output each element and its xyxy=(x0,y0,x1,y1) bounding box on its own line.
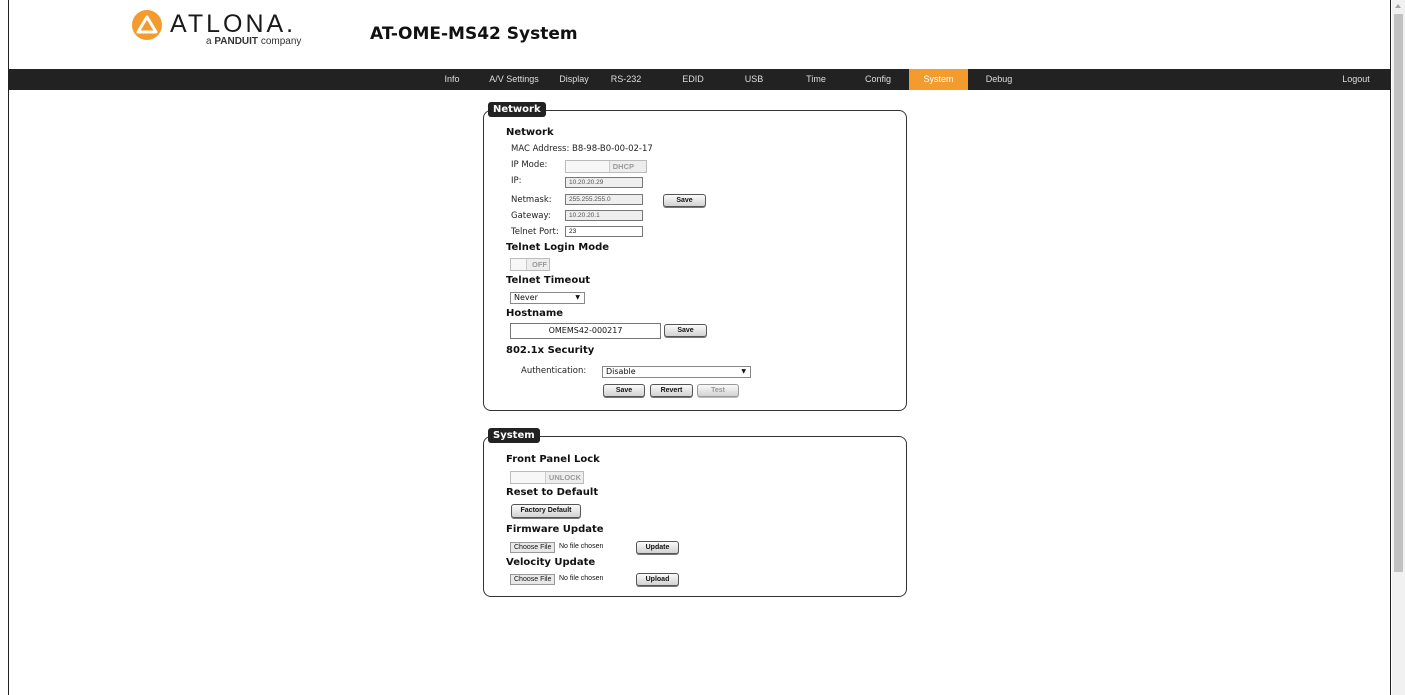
front-panel-lock-title: Front Panel Lock xyxy=(506,454,600,465)
vertical-scrollbar[interactable] xyxy=(1392,0,1405,695)
velocity-file-status: No file chosen xyxy=(559,575,604,582)
nav-item-rs232[interactable]: RS-232 xyxy=(609,69,643,90)
logo-tagline-prefix: a xyxy=(206,36,212,47)
security-title: 802.1x Security xyxy=(506,345,595,356)
telnet-timeout-title: Telnet Timeout xyxy=(506,275,591,286)
telnet-login-toggle[interactable]: OFF xyxy=(510,258,550,271)
firmware-choose-file-button[interactable]: Choose File xyxy=(510,542,556,553)
factory-default-button[interactable]: Factory Default xyxy=(511,504,581,518)
telnet-login-mode-title: Telnet Login Mode xyxy=(506,242,610,253)
network-panel-legend: Network xyxy=(488,102,546,117)
hostname-title: Hostname xyxy=(506,308,564,319)
netmask-label: Netmask: xyxy=(511,195,552,205)
scroll-up-icon[interactable] xyxy=(1395,4,1401,8)
system-panel: System Front Panel Lock UNLOCK Reset to … xyxy=(483,428,907,597)
logo-tagline-brand: PANDUIT xyxy=(214,36,259,47)
gateway-field[interactable]: 10.20.20.1 xyxy=(565,210,643,221)
velocity-upload-button[interactable]: Upload xyxy=(636,573,679,586)
chevron-down-icon: ▼ xyxy=(741,368,746,375)
atlona-logo: ATLONA. a PANDUIT company xyxy=(130,10,330,50)
logout-link[interactable]: Logout xyxy=(1339,69,1373,90)
nav-item-av-settings[interactable]: A/V Settings xyxy=(486,69,542,90)
telnet-port-field[interactable]: 23 xyxy=(565,226,643,237)
mac-address-value: B8-98-B0-00-02-17 xyxy=(572,144,653,154)
authentication-value: Disable xyxy=(606,367,636,376)
telnet-timeout-select[interactable]: Never ▼ xyxy=(510,292,585,304)
nav-item-time[interactable]: Time xyxy=(801,69,831,90)
reset-to-default-title: Reset to Default xyxy=(506,487,599,498)
gateway-label: Gateway: xyxy=(511,211,551,221)
page-title: AT-OME-MS42 System xyxy=(370,24,578,44)
toggle-knob xyxy=(511,472,546,483)
hostname-field[interactable]: OMEMS42-000217 xyxy=(510,323,661,339)
ip-mode-value: DHCP xyxy=(612,162,634,171)
main-navbar: Info A/V Settings Display RS-232 EDID US… xyxy=(9,69,1391,90)
netmask-field[interactable]: 255.255.255.0 xyxy=(565,194,643,205)
security-test-button[interactable]: Test xyxy=(697,384,739,397)
velocity-choose-file-button[interactable]: Choose File xyxy=(510,574,556,585)
firmware-file-status: No file chosen xyxy=(559,543,604,550)
security-revert-button[interactable]: Revert xyxy=(650,384,693,397)
telnet-port-label: Telnet Port: xyxy=(511,227,559,237)
logo-tagline: a PANDUIT company xyxy=(206,36,301,47)
firmware-update-title: Firmware Update xyxy=(506,524,604,535)
velocity-update-title: Velocity Update xyxy=(506,557,596,568)
network-panel: Network Network MAC Address: B8-98-B0-00… xyxy=(483,102,907,411)
firmware-update-button[interactable]: Update xyxy=(636,541,679,554)
nav-item-info[interactable]: Info xyxy=(439,69,465,90)
toggle-knob xyxy=(566,161,610,172)
front-panel-lock-toggle[interactable]: UNLOCK xyxy=(510,471,584,484)
front-panel-lock-value: UNLOCK xyxy=(548,473,581,482)
chevron-down-icon: ▼ xyxy=(575,294,580,301)
authentication-label: Authentication: xyxy=(521,366,587,376)
logo-tagline-suffix: company xyxy=(260,36,302,47)
ip-label: IP: xyxy=(511,176,522,186)
system-panel-legend: System xyxy=(488,428,540,443)
nav-item-usb[interactable]: USB xyxy=(740,69,768,90)
ip-mode-label: IP Mode: xyxy=(511,160,548,170)
network-section-title: Network xyxy=(506,127,554,138)
telnet-timeout-value: Never xyxy=(514,293,538,302)
nav-item-system[interactable]: System xyxy=(909,69,968,90)
mac-address-label: MAC Address: xyxy=(511,144,570,154)
logo-text: ATLONA. xyxy=(170,10,297,38)
ip-mode-toggle[interactable]: DHCP xyxy=(565,160,647,173)
telnet-login-value: OFF xyxy=(532,260,547,269)
nav-item-display[interactable]: Display xyxy=(557,69,591,90)
security-save-button[interactable]: Save xyxy=(603,384,645,397)
nav-item-config[interactable]: Config xyxy=(861,69,895,90)
authentication-select[interactable]: Disable ▼ xyxy=(602,366,751,378)
nav-item-debug[interactable]: Debug xyxy=(984,69,1014,90)
scrollbar-thumb[interactable] xyxy=(1394,14,1403,572)
ip-field[interactable]: 10.20.20.29 xyxy=(565,177,643,188)
hostname-save-button[interactable]: Save xyxy=(664,324,707,337)
nav-item-edid[interactable]: EDID xyxy=(679,69,707,90)
toggle-knob xyxy=(511,259,527,270)
network-save-button[interactable]: Save xyxy=(663,194,706,207)
atlona-logo-icon xyxy=(132,10,162,40)
